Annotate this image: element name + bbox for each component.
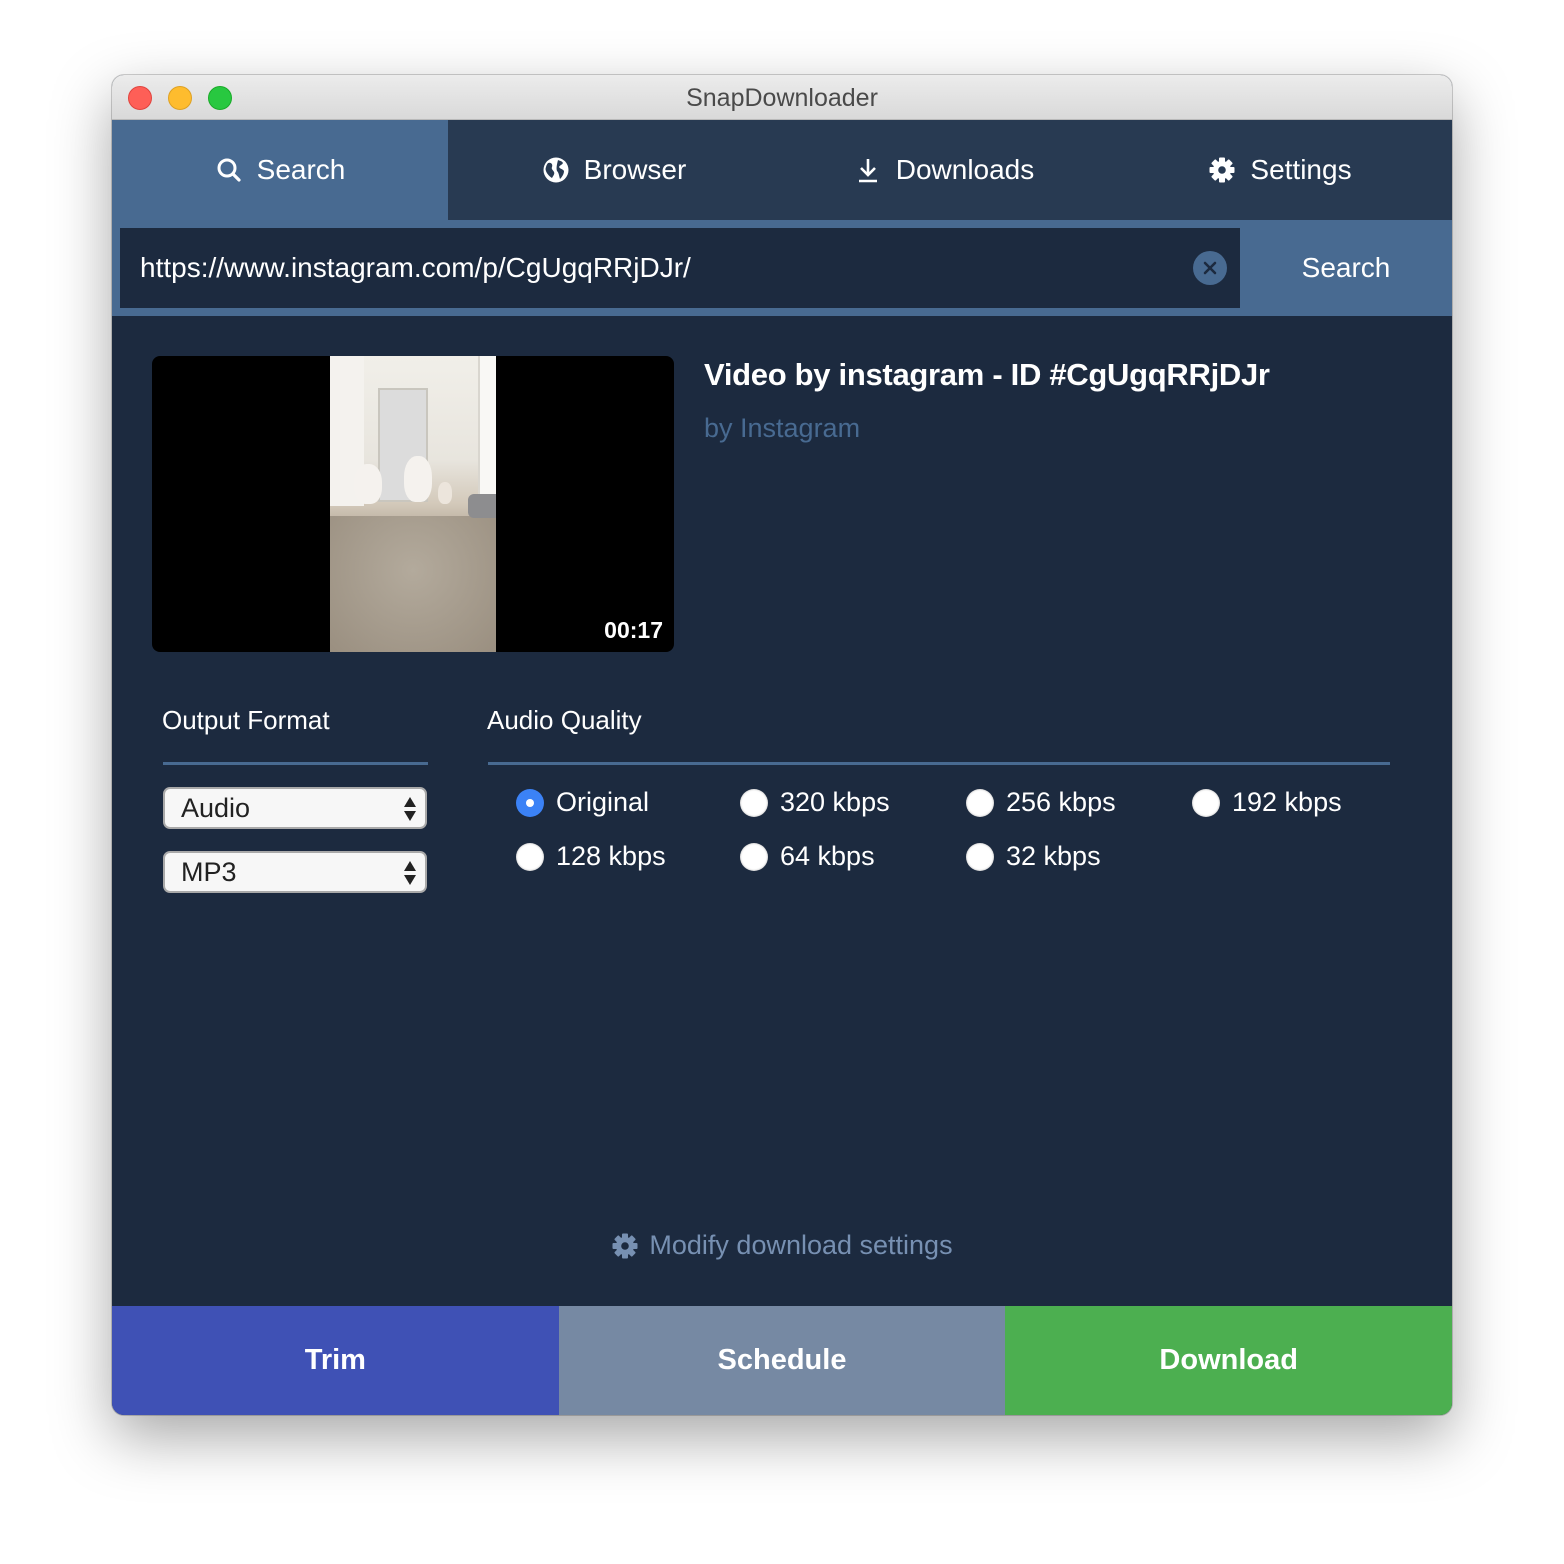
format-type-value: Audio: [181, 792, 251, 823]
quality-option-label: 320 kbps: [780, 787, 890, 817]
radio-button[interactable]: [1192, 788, 1220, 817]
download-icon: [858, 159, 877, 183]
action-bar: Trim Schedule Download: [112, 1306, 1452, 1415]
window-title: SnapDownloader: [686, 84, 878, 112]
tab-search-label: Search: [256, 154, 346, 185]
quality-option-256[interactable]: 256 kbps: [966, 787, 1116, 818]
tab-search[interactable]: Search: [112, 120, 448, 220]
search-bar: Search: [112, 220, 1452, 316]
select-arrows-icon: [404, 861, 416, 885]
output-format-label: Output Format: [162, 705, 330, 735]
output-format-divider: [163, 762, 428, 765]
radio-button[interactable]: [516, 842, 544, 871]
tab-browser-label: Browser: [583, 154, 687, 185]
quality-option-128[interactable]: 128 kbps: [516, 841, 666, 872]
schedule-button[interactable]: Schedule: [558, 1306, 1006, 1415]
video-author-link[interactable]: by Instagram: [704, 413, 860, 444]
quality-option-original[interactable]: Original: [516, 787, 649, 818]
quality-option-label: 256 kbps: [1006, 787, 1116, 817]
url-input-container: [120, 228, 1240, 308]
search-icon: [217, 158, 241, 182]
quality-option-label: 192 kbps: [1232, 787, 1342, 817]
radio-button[interactable]: [740, 788, 768, 817]
video-thumbnail[interactable]: 00:17: [152, 356, 674, 652]
radio-button[interactable]: [966, 842, 994, 871]
quality-option-label: 64 kbps: [780, 841, 875, 871]
quality-option-label: 32 kbps: [1006, 841, 1101, 871]
tab-downloads[interactable]: Downloads: [780, 120, 1108, 220]
tab-settings[interactable]: Settings: [1108, 120, 1452, 220]
quality-option-label: 128 kbps: [556, 841, 666, 871]
modify-download-settings-link[interactable]: Modify download settings: [112, 1230, 1452, 1261]
download-button[interactable]: Download: [1005, 1306, 1452, 1415]
quality-option-192[interactable]: 192 kbps: [1192, 787, 1342, 818]
video-title: Video by instagram - ID #CgUgqRRjDJr: [704, 357, 1270, 392]
globe-icon: [543, 157, 569, 183]
quality-option-label: Original: [556, 787, 650, 817]
audio-quality-label: Audio Quality: [487, 705, 642, 735]
format-codec-value: MP3: [181, 856, 237, 887]
radio-button[interactable]: [966, 788, 994, 817]
trim-button[interactable]: Trim: [112, 1306, 559, 1415]
radio-button[interactable]: [516, 788, 544, 817]
tab-settings-label: Settings: [1250, 154, 1352, 185]
gear-icon: [612, 1233, 638, 1258]
thumbnail-image: [330, 356, 496, 652]
gear-icon: [1209, 157, 1235, 183]
audio-quality-divider: [488, 762, 1390, 765]
tab-downloads-label: Downloads: [895, 154, 1035, 185]
video-duration: 00:17: [604, 617, 663, 643]
select-arrows-icon: [404, 797, 416, 821]
quality-option-320[interactable]: 320 kbps: [740, 787, 890, 818]
quality-option-64[interactable]: 64 kbps: [740, 841, 875, 872]
quality-option-32[interactable]: 32 kbps: [966, 841, 1101, 872]
search-button[interactable]: Search: [1240, 220, 1452, 316]
modify-settings-label: Modify download settings: [649, 1230, 953, 1260]
title-bar: SnapDownloader: [112, 75, 1452, 120]
tab-browser[interactable]: Browser: [448, 120, 780, 220]
clear-url-button[interactable]: [1193, 251, 1227, 285]
format-type-select[interactable]: Audio: [163, 787, 427, 829]
url-input[interactable]: [140, 228, 1170, 308]
app-window: SnapDownloader Search Browser Downloads …: [112, 75, 1452, 1415]
radio-button[interactable]: [740, 842, 768, 871]
main-tabs: Search Browser Downloads Settings: [112, 120, 1452, 220]
close-icon: [1203, 261, 1217, 275]
format-codec-select[interactable]: MP3: [163, 851, 427, 893]
